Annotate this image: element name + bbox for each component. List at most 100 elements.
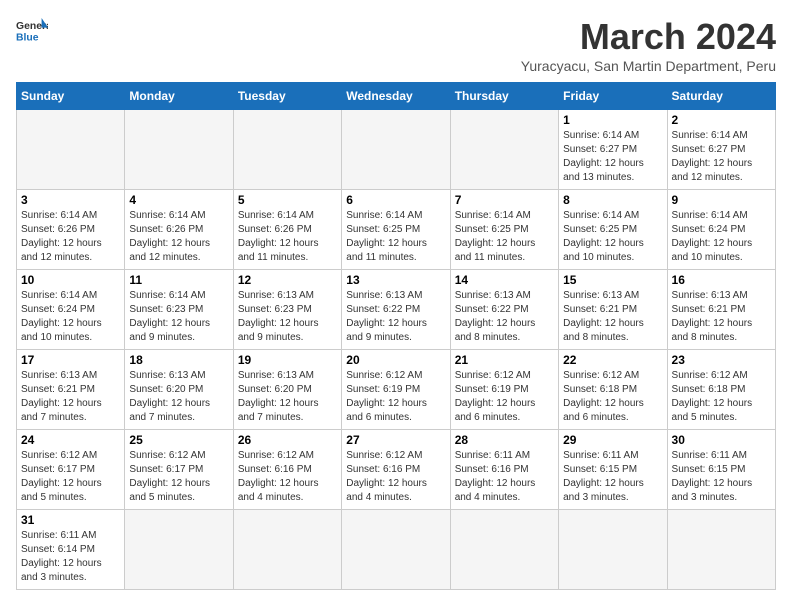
calendar-cell: 16 Sunrise: 6:13 AM Sunset: 6:21 PM Dayli… <box>667 270 775 350</box>
calendar-cell <box>450 510 558 590</box>
day-info: Sunrise: 6:13 AM Sunset: 6:21 PM Dayligh… <box>672 289 771 345</box>
calendar-cell: 8 Sunrise: 6:14 AM Sunset: 6:25 PM Daylig… <box>559 190 667 270</box>
calendar-cell <box>233 510 341 590</box>
day-number: 21 <box>455 353 554 367</box>
day-number: 30 <box>672 433 771 447</box>
calendar-cell <box>342 510 450 590</box>
calendar-cell <box>233 110 341 190</box>
week-row-5: 31Sunrise: 6:11 AM Sunset: 6:14 PM Dayli… <box>17 510 776 590</box>
day-header-tuesday: Tuesday <box>233 83 341 110</box>
day-info: Sunrise: 6:12 AM Sunset: 6:19 PM Dayligh… <box>455 369 554 425</box>
calendar-cell: 2Sunrise: 6:14 AM Sunset: 6:27 PM Daylig… <box>667 110 775 190</box>
calendar-cell: 15 Sunrise: 6:13 AM Sunset: 6:21 PM Dayli… <box>559 270 667 350</box>
day-info: Sunrise: 6:14 AM Sunset: 6:27 PM Dayligh… <box>672 129 771 185</box>
day-info: Sunrise: 6:14 AM Sunset: 6:25 PM Dayligh… <box>346 209 445 265</box>
day-number: 18 <box>129 353 228 367</box>
day-info: Sunrise: 6:12 AM Sunset: 6:18 PM Dayligh… <box>563 369 662 425</box>
calendar-cell: 27 Sunrise: 6:12 AM Sunset: 6:16 PM Dayli… <box>342 430 450 510</box>
day-info: Sunrise: 6:14 AM Sunset: 6:24 PM Dayligh… <box>21 289 120 345</box>
day-number: 11 <box>129 273 228 287</box>
day-number: 19 <box>238 353 337 367</box>
day-info: Sunrise: 6:12 AM Sunset: 6:19 PM Dayligh… <box>346 369 445 425</box>
calendar-cell: 18Sunrise: 6:13 AM Sunset: 6:20 PM Dayli… <box>125 350 233 430</box>
days-of-week-row: SundayMondayTuesdayWednesdayThursdayFrid… <box>17 83 776 110</box>
day-info: Sunrise: 6:13 AM Sunset: 6:22 PM Dayligh… <box>455 289 554 345</box>
day-number: 27 <box>346 433 445 447</box>
logo-icon: General Blue <box>16 16 48 44</box>
day-info: Sunrise: 6:12 AM Sunset: 6:16 PM Dayligh… <box>238 449 337 505</box>
calendar-cell: 17Sunrise: 6:13 AM Sunset: 6:21 PM Dayli… <box>17 350 125 430</box>
month-year: March 2024 <box>521 16 776 58</box>
day-info: Sunrise: 6:12 AM Sunset: 6:17 PM Dayligh… <box>21 449 120 505</box>
day-number: 10 <box>21 273 120 287</box>
day-info: Sunrise: 6:11 AM Sunset: 6:15 PM Dayligh… <box>563 449 662 505</box>
calendar-cell <box>17 110 125 190</box>
calendar-cell: 12Sunrise: 6:13 AM Sunset: 6:23 PM Dayli… <box>233 270 341 350</box>
location: Yuracyacu, San Martin Department, Peru <box>521 58 776 74</box>
day-number: 1 <box>563 113 662 127</box>
day-header-friday: Friday <box>559 83 667 110</box>
day-header-sunday: Sunday <box>17 83 125 110</box>
day-number: 13 <box>346 273 445 287</box>
week-row-2: 10 Sunrise: 6:14 AM Sunset: 6:24 PM Dayli… <box>17 270 776 350</box>
logo: General Blue <box>16 16 48 44</box>
day-info: Sunrise: 6:14 AM Sunset: 6:26 PM Dayligh… <box>238 209 337 265</box>
day-number: 5 <box>238 193 337 207</box>
day-info: Sunrise: 6:14 AM Sunset: 6:25 PM Dayligh… <box>455 209 554 265</box>
calendar-cell: 23Sunrise: 6:12 AM Sunset: 6:18 PM Dayli… <box>667 350 775 430</box>
day-number: 3 <box>21 193 120 207</box>
day-number: 12 <box>238 273 337 287</box>
day-number: 9 <box>672 193 771 207</box>
day-number: 8 <box>563 193 662 207</box>
svg-text:Blue: Blue <box>16 32 39 43</box>
calendar-cell: 20 Sunrise: 6:12 AM Sunset: 6:19 PM Dayli… <box>342 350 450 430</box>
calendar-cell: 21 Sunrise: 6:12 AM Sunset: 6:19 PM Dayli… <box>450 350 558 430</box>
calendar-cell <box>125 510 233 590</box>
week-row-4: 24 Sunrise: 6:12 AM Sunset: 6:17 PM Dayli… <box>17 430 776 510</box>
calendar-cell: 30 Sunrise: 6:11 AM Sunset: 6:15 PM Dayli… <box>667 430 775 510</box>
calendar-cell <box>559 510 667 590</box>
day-number: 16 <box>672 273 771 287</box>
day-info: Sunrise: 6:11 AM Sunset: 6:15 PM Dayligh… <box>672 449 771 505</box>
calendar-cell: 9Sunrise: 6:14 AM Sunset: 6:24 PM Daylig… <box>667 190 775 270</box>
day-info: Sunrise: 6:11 AM Sunset: 6:14 PM Dayligh… <box>21 529 120 585</box>
calendar-cell: 25Sunrise: 6:12 AM Sunset: 6:17 PM Dayli… <box>125 430 233 510</box>
week-row-0: 1 Sunrise: 6:14 AM Sunset: 6:27 PM Daylig… <box>17 110 776 190</box>
day-info: Sunrise: 6:12 AM Sunset: 6:16 PM Dayligh… <box>346 449 445 505</box>
day-info: Sunrise: 6:14 AM Sunset: 6:25 PM Dayligh… <box>563 209 662 265</box>
day-info: Sunrise: 6:14 AM Sunset: 6:23 PM Dayligh… <box>129 289 228 345</box>
day-info: Sunrise: 6:13 AM Sunset: 6:21 PM Dayligh… <box>563 289 662 345</box>
day-number: 26 <box>238 433 337 447</box>
day-number: 29 <box>563 433 662 447</box>
day-number: 17 <box>21 353 120 367</box>
calendar-cell: 31Sunrise: 6:11 AM Sunset: 6:14 PM Dayli… <box>17 510 125 590</box>
week-row-1: 3 Sunrise: 6:14 AM Sunset: 6:26 PM Daylig… <box>17 190 776 270</box>
day-info: Sunrise: 6:13 AM Sunset: 6:22 PM Dayligh… <box>346 289 445 345</box>
day-info: Sunrise: 6:14 AM Sunset: 6:27 PM Dayligh… <box>563 129 662 185</box>
day-number: 4 <box>129 193 228 207</box>
calendar-cell: 5 Sunrise: 6:14 AM Sunset: 6:26 PM Daylig… <box>233 190 341 270</box>
day-info: Sunrise: 6:11 AM Sunset: 6:16 PM Dayligh… <box>455 449 554 505</box>
day-number: 24 <box>21 433 120 447</box>
calendar-cell: 19 Sunrise: 6:13 AM Sunset: 6:20 PM Dayli… <box>233 350 341 430</box>
day-header-wednesday: Wednesday <box>342 83 450 110</box>
calendar-cell: 24 Sunrise: 6:12 AM Sunset: 6:17 PM Dayli… <box>17 430 125 510</box>
calendar-header: SundayMondayTuesdayWednesdayThursdayFrid… <box>17 83 776 110</box>
day-info: Sunrise: 6:13 AM Sunset: 6:20 PM Dayligh… <box>238 369 337 425</box>
day-info: Sunrise: 6:14 AM Sunset: 6:26 PM Dayligh… <box>21 209 120 265</box>
day-number: 14 <box>455 273 554 287</box>
day-number: 20 <box>346 353 445 367</box>
calendar-cell: 7 Sunrise: 6:14 AM Sunset: 6:25 PM Daylig… <box>450 190 558 270</box>
calendar-cell: 11 Sunrise: 6:14 AM Sunset: 6:23 PM Dayli… <box>125 270 233 350</box>
calendar-cell: 1 Sunrise: 6:14 AM Sunset: 6:27 PM Daylig… <box>559 110 667 190</box>
title-block: March 2024 Yuracyacu, San Martin Departm… <box>521 16 776 74</box>
day-number: 7 <box>455 193 554 207</box>
calendar-cell: 28Sunrise: 6:11 AM Sunset: 6:16 PM Dayli… <box>450 430 558 510</box>
header: General Blue March 2024 Yuracyacu, San M… <box>16 16 776 74</box>
calendar-cell: 29 Sunrise: 6:11 AM Sunset: 6:15 PM Dayli… <box>559 430 667 510</box>
day-number: 15 <box>563 273 662 287</box>
day-header-saturday: Saturday <box>667 83 775 110</box>
calendar-cell: 10 Sunrise: 6:14 AM Sunset: 6:24 PM Dayli… <box>17 270 125 350</box>
day-number: 23 <box>672 353 771 367</box>
calendar-cell <box>667 510 775 590</box>
